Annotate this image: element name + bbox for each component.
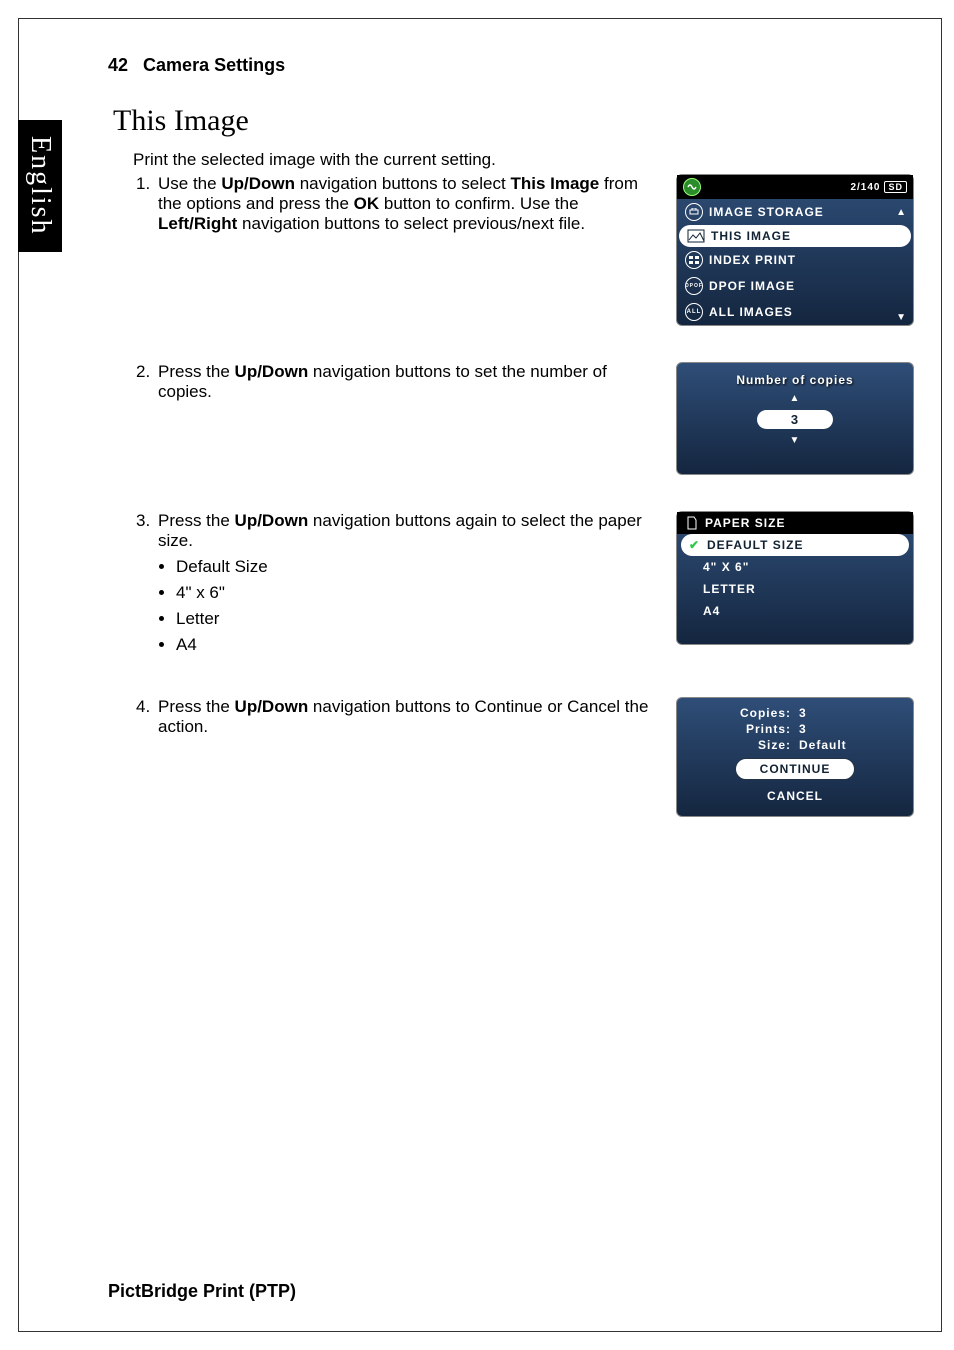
section-intro: Print the selected image with the curren… <box>133 150 914 170</box>
step-2: 2. Press the Up/Down navigation buttons … <box>136 362 914 475</box>
scroll-down-icon[interactable]: ▼ <box>896 312 907 323</box>
step-3: 3. Press the Up/Down navigation buttons … <box>136 511 914 661</box>
menu-image-storage[interactable]: IMAGE STORAGE ▲ <box>677 199 913 225</box>
content-area: 42 Camera Settings This Image Print the … <box>108 55 914 853</box>
menu-all-images[interactable]: ALL ALL IMAGES ▼ <box>677 299 913 325</box>
chapter-title: Camera Settings <box>143 55 285 75</box>
row-prints: Prints: 3 <box>703 722 887 736</box>
strong-updown: Up/Down <box>235 511 309 530</box>
page-number: 42 <box>108 55 128 75</box>
bullet-4x6: 4" x 6" <box>176 583 662 603</box>
paper-a4[interactable]: A4 <box>677 600 913 622</box>
menu-item-label: DPOF IMAGE <box>709 279 795 293</box>
text: button to confirm. Use the <box>379 194 578 213</box>
lcd2-header: Number of copies <box>677 363 913 393</box>
prints-value: 3 <box>795 722 887 736</box>
row-size: Size: Default <box>703 738 887 752</box>
strong-updown: Up/Down <box>235 362 309 381</box>
strong-leftright: Left/Right <box>158 214 237 233</box>
continue-button[interactable]: CONTINUE <box>735 758 855 780</box>
menu-item-label: INDEX PRINT <box>709 253 796 267</box>
paper-4x6[interactable]: 4" X 6" <box>677 556 913 578</box>
bullet-default-size: Default Size <box>176 557 662 577</box>
paper-default-size[interactable]: ✔ DEFAULT SIZE <box>681 534 909 556</box>
step-4-number: 4. <box>136 697 158 737</box>
paper-item-label: DEFAULT SIZE <box>707 538 803 552</box>
copies-stepper[interactable]: ▲ 3 ▼ <box>677 393 913 456</box>
paper-letter[interactable]: LETTER <box>677 578 913 600</box>
strong-thisimage: This Image <box>510 174 599 193</box>
pictbridge-icon <box>683 178 701 196</box>
copies-label: Copies: <box>703 706 795 720</box>
printer-icon <box>685 203 703 221</box>
image-icon <box>687 229 705 243</box>
step-3-number: 3. <box>136 511 158 661</box>
menu-item-label: IMAGE STORAGE <box>709 205 824 219</box>
text: navigation buttons to select previous/ne… <box>237 214 585 233</box>
paper-item-label: A4 <box>703 604 720 618</box>
row-copies: Copies: 3 <box>703 706 887 720</box>
size-label: Size: <box>703 738 795 752</box>
down-arrow-icon[interactable]: ▼ <box>677 435 913 446</box>
step-1-text: Use the Up/Down navigation buttons to se… <box>158 174 662 234</box>
lcd-step-4: Copies: 3 Prints: 3 Size: Default CONTIN… <box>676 697 914 817</box>
strong-updown: Up/Down <box>235 697 309 716</box>
lcd-step-1: 2/140 SD IMAGE STORAGE ▲ T <box>676 174 914 326</box>
copies-value: 3 <box>757 410 833 429</box>
lcd3-header-row: PAPER SIZE <box>677 512 913 534</box>
menu-item-label: THIS IMAGE <box>711 229 791 243</box>
paper-item-label: LETTER <box>703 582 756 596</box>
bullet-letter: Letter <box>176 609 662 629</box>
step-1: 1. Use the Up/Down navigation buttons to… <box>136 174 914 326</box>
text: Press the <box>158 511 235 530</box>
section-title: This Image <box>113 104 914 138</box>
paper-icon <box>685 516 699 530</box>
scroll-up-icon[interactable]: ▲ <box>896 207 907 218</box>
text: Press the <box>158 362 235 381</box>
step-3-text: Press the Up/Down navigation buttons aga… <box>158 511 662 661</box>
step-4: 4. Press the Up/Down navigation buttons … <box>136 697 914 817</box>
menu-dpof-image[interactable]: DPOF DPOF IMAGE <box>677 273 913 299</box>
prints-label: Prints: <box>703 722 795 736</box>
lcd-step-3: PAPER SIZE ✔ DEFAULT SIZE 4" X 6" LETTER… <box>676 511 914 645</box>
grid-icon <box>685 251 703 269</box>
paper-item-label: 4" X 6" <box>703 560 749 574</box>
size-value: Default <box>795 738 887 752</box>
step-2-number: 2. <box>136 362 158 402</box>
menu-item-label: ALL IMAGES <box>709 305 793 319</box>
strong-updown: Up/Down <box>221 174 295 193</box>
lcd-step-2: Number of copies ▲ 3 ▼ <box>676 362 914 475</box>
check-icon: ✔ <box>689 538 700 552</box>
lcd1-counter: 2/140 <box>850 182 880 193</box>
menu-this-image[interactable]: THIS IMAGE <box>679 225 911 247</box>
up-arrow-icon[interactable]: ▲ <box>677 393 913 404</box>
lcd1-topbar: 2/140 SD <box>677 175 913 199</box>
copies-value: 3 <box>795 706 887 720</box>
cancel-button[interactable]: CANCEL <box>735 786 855 806</box>
step-4-text: Press the Up/Down navigation buttons to … <box>158 697 662 737</box>
step-1-number: 1. <box>136 174 158 234</box>
all-icon: ALL <box>685 303 703 321</box>
step-2-text: Press the Up/Down navigation buttons to … <box>158 362 662 402</box>
paper-size-bullets: Default Size 4" x 6" Letter A4 <box>164 557 662 655</box>
menu-index-print[interactable]: INDEX PRINT <box>677 247 913 273</box>
bullet-a4: A4 <box>176 635 662 655</box>
text: Use the <box>158 174 221 193</box>
sd-icon: SD <box>884 181 907 193</box>
language-tab: English <box>18 120 62 252</box>
strong-ok: OK <box>354 194 380 213</box>
page-header: 42 Camera Settings <box>108 55 914 76</box>
text: Press the <box>158 697 235 716</box>
dpof-icon: DPOF <box>685 277 703 295</box>
footer-section-title: PictBridge Print (PTP) <box>108 1281 296 1302</box>
lcd3-header: PAPER SIZE <box>705 516 785 530</box>
text: navigation buttons to select <box>295 174 510 193</box>
